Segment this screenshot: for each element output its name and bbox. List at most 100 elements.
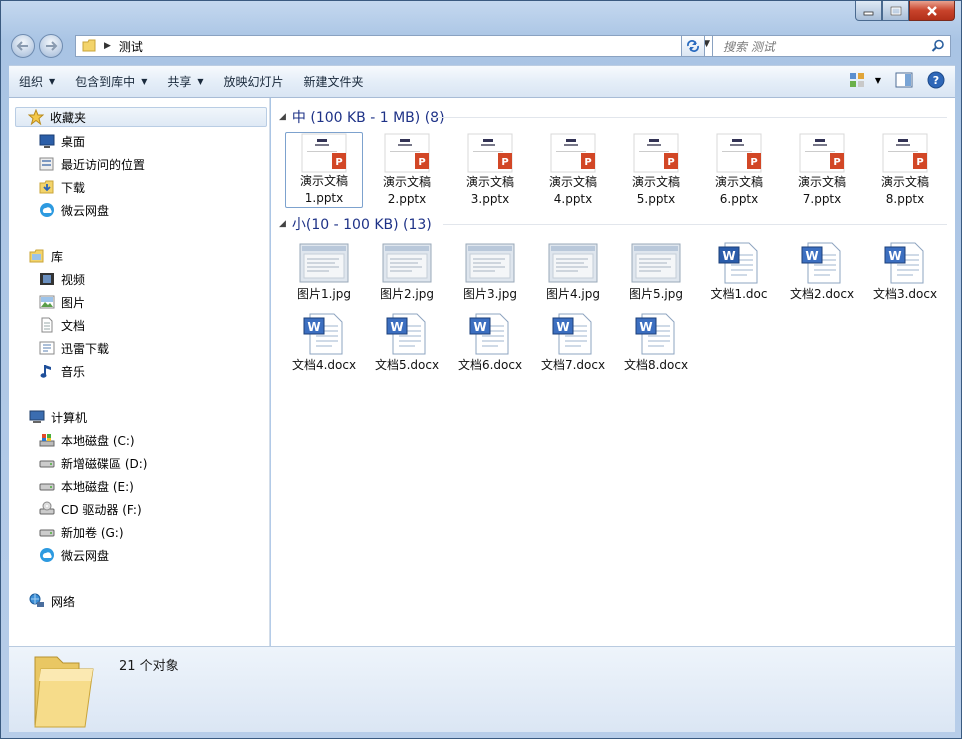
file-item[interactable]: W 文档8.docx <box>617 311 695 374</box>
nav-item-desktop[interactable]: 桌面 <box>39 131 85 151</box>
address-bar[interactable]: ▶ 测试 ▼ <box>75 35 715 57</box>
file-item[interactable]: W 文档4.docx <box>285 311 363 374</box>
nav-item-label: 本地磁盘 (E:) <box>61 479 134 494</box>
minimize-button[interactable] <box>855 1 882 21</box>
nav-item-recent[interactable]: 最近访问的位置 <box>39 154 145 174</box>
search-placeholder: 搜索 测试 <box>723 39 775 54</box>
nav-item-label: CD 驱动器 (F:) <box>61 502 142 517</box>
file-name: 文档5.docx <box>374 358 440 372</box>
nav-network[interactable]: 网络 <box>29 591 75 611</box>
change-view-button[interactable]: ▼ <box>849 72 881 88</box>
file-item[interactable]: 图片4.jpg <box>534 240 612 303</box>
nav-drive-g[interactable]: 新加卷 (G:) <box>39 522 124 542</box>
file-item[interactable]: P 演示文稿 8.pptx <box>866 132 944 208</box>
image-thumbnail-icon <box>465 243 515 283</box>
view-dropdown-icon[interactable]: ▼ <box>875 76 881 85</box>
file-item[interactable]: 图片1.jpg <box>285 240 363 303</box>
file-item[interactable]: P 演示文稿 1.pptx <box>285 132 363 208</box>
slideshow-button[interactable]: 放映幻灯片 <box>214 70 294 94</box>
collapse-triangle-icon[interactable]: ◢ <box>279 112 286 122</box>
new-folder-button[interactable]: 新建文件夹 <box>294 70 374 94</box>
nav-item-pictures[interactable]: 图片 <box>39 292 85 312</box>
file-item[interactable]: 图片3.jpg <box>451 240 529 303</box>
collapse-triangle-icon[interactable]: ◢ <box>279 219 286 229</box>
breadcrumb-separator-icon[interactable]: ▶ <box>104 41 111 51</box>
file-item[interactable]: P 演示文稿 3.pptx <box>451 132 529 208</box>
file-name: 演示文稿 <box>548 175 597 189</box>
share-menu[interactable]: 共享 ▼ <box>157 70 213 94</box>
nav-item-music[interactable]: 音乐 <box>39 361 85 381</box>
file-item[interactable]: W 文档1.doc <box>700 240 778 303</box>
folder-icon <box>82 39 96 52</box>
file-item[interactable]: P 演示文稿 7.pptx <box>783 132 861 208</box>
file-item[interactable]: W 文档7.docx <box>534 311 612 374</box>
nav-item-videos[interactable]: 视频 <box>39 269 85 289</box>
file-name: 演示文稿 <box>797 175 846 189</box>
nav-item-weiyun[interactable]: 微云网盘 <box>39 200 109 220</box>
svg-text:P: P <box>501 157 508 168</box>
file-thumbnail: P <box>712 132 766 174</box>
file-name: 文档2.docx <box>789 287 855 301</box>
forward-button[interactable] <box>39 34 63 58</box>
group-divider <box>443 224 947 225</box>
nav-drive-c[interactable]: 本地磁盘 (C:) <box>39 430 135 450</box>
file-item[interactable]: W 文档3.docx <box>866 240 944 303</box>
file-name: 演示文稿 <box>382 175 431 189</box>
refresh-button[interactable] <box>681 35 705 57</box>
group-header-small[interactable]: ◢ 小(10 - 100 KB) (13) <box>279 214 432 234</box>
nav-item-label: 下载 <box>61 180 86 195</box>
file-item[interactable]: W 文档2.docx <box>783 240 861 303</box>
close-icon <box>927 5 937 16</box>
file-item[interactable]: P 演示文稿 6.pptx <box>700 132 778 208</box>
nav-item-downloads[interactable]: 下载 <box>39 177 85 197</box>
music-icon <box>39 363 55 379</box>
back-arrow-icon <box>16 41 28 51</box>
navigation-pane: 收藏夹 桌面 最近访问的位置 下载 微云网盘 库 视频 图片 文档 迅雷下载 音… <box>9 98 270 646</box>
nav-libraries-label: 库 <box>51 249 64 264</box>
file-ext: 2.pptx <box>387 192 427 206</box>
nav-drive-e[interactable]: 本地磁盘 (E:) <box>39 476 134 496</box>
nav-computer-label: 计算机 <box>51 410 88 425</box>
file-item[interactable]: W 文档5.docx <box>368 311 446 374</box>
file-thumbnail: W <box>380 311 434 357</box>
nav-libraries[interactable]: 库 <box>29 246 63 266</box>
image-thumbnail-icon <box>631 243 681 283</box>
file-item[interactable]: P 演示文稿 5.pptx <box>617 132 695 208</box>
address-row: ▶ 测试 ▼ 搜索 测试 <box>11 32 955 60</box>
maximize-icon <box>890 6 901 15</box>
search-icon[interactable] <box>931 39 945 53</box>
file-thumbnail <box>629 240 683 286</box>
preview-pane-icon[interactable] <box>895 72 913 88</box>
nav-item-label: 最近访问的位置 <box>61 157 146 172</box>
maximize-button[interactable] <box>882 1 909 21</box>
svg-text:P: P <box>833 157 840 168</box>
file-name: 图片1.jpg <box>296 287 352 301</box>
file-item[interactable]: P 演示文稿 2.pptx <box>368 132 446 208</box>
close-button[interactable] <box>909 1 955 21</box>
nav-item-label: 本地磁盘 (C:) <box>61 433 135 448</box>
breadcrumb-current[interactable]: 测试 <box>119 38 143 55</box>
nav-computer[interactable]: 计算机 <box>29 407 87 427</box>
svg-text:W: W <box>805 249 818 263</box>
organize-menu[interactable]: 组织 ▼ <box>9 70 65 94</box>
help-icon[interactable]: ? <box>927 71 945 89</box>
file-item[interactable]: 图片2.jpg <box>368 240 446 303</box>
file-item[interactable]: P 演示文稿 4.pptx <box>534 132 612 208</box>
word-document-icon: W <box>552 313 592 355</box>
file-thumbnail: W <box>795 240 849 286</box>
nav-favorites[interactable]: 收藏夹 <box>15 107 267 127</box>
group-header-medium[interactable]: ◢ 中 (100 KB - 1 MB) (8) <box>279 107 445 127</box>
file-name: 文档7.docx <box>540 358 606 372</box>
nav-drive-weiyun[interactable]: 微云网盘 <box>39 545 109 565</box>
nav-item-xunlei[interactable]: 迅雷下载 <box>39 338 109 358</box>
include-in-library-menu[interactable]: 包含到库中 ▼ <box>65 70 157 94</box>
file-item[interactable]: 图片5.jpg <box>617 240 695 303</box>
nav-drive-d[interactable]: 新增磁碟區 (D:) <box>39 453 147 473</box>
svg-text:W: W <box>639 320 652 334</box>
svg-text:W: W <box>390 320 403 334</box>
nav-drive-f[interactable]: CD 驱动器 (F:) <box>39 499 142 519</box>
file-item[interactable]: W 文档6.docx <box>451 311 529 374</box>
search-box[interactable]: 搜索 测试 <box>712 35 951 57</box>
back-button[interactable] <box>11 34 35 58</box>
nav-item-documents[interactable]: 文档 <box>39 315 85 335</box>
